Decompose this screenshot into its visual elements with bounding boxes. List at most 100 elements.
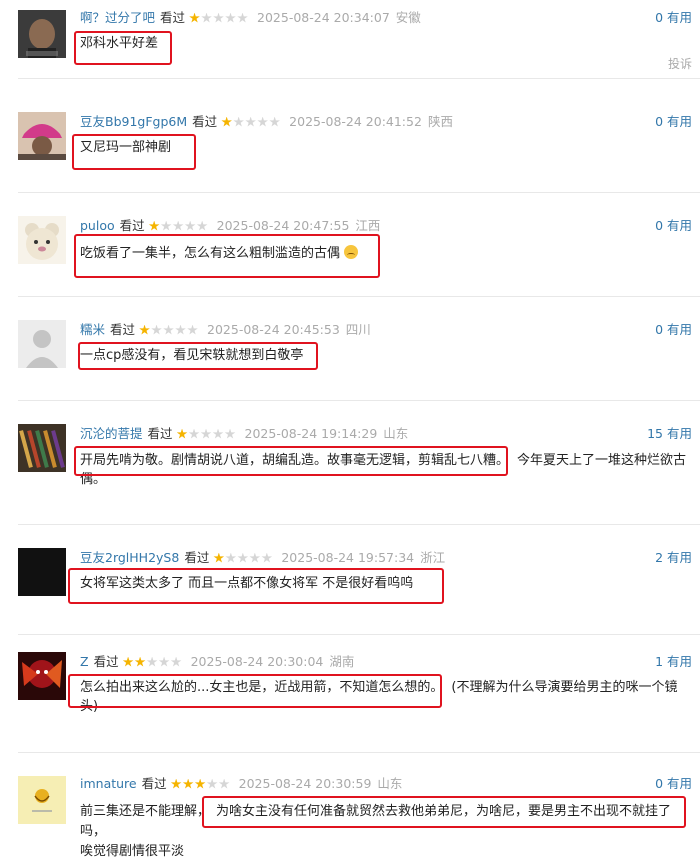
report-link[interactable]: 投诉 bbox=[668, 55, 692, 72]
avatar[interactable] bbox=[18, 216, 66, 264]
username-link[interactable]: 啊？过分了吧 bbox=[80, 8, 155, 28]
comment-continuation: 唉觉得剧情很平淡 bbox=[80, 844, 185, 859]
review-time: 2025-08-24 20:34:07 bbox=[257, 10, 390, 25]
watch-status: 看过 bbox=[119, 218, 145, 233]
star-rating bbox=[170, 778, 231, 790]
review-time: 2025-08-24 20:30:59 bbox=[238, 776, 372, 791]
divider bbox=[18, 78, 700, 79]
review-time: 2025-08-24 20:45:53 bbox=[207, 322, 340, 337]
useful-vote-button[interactable]: 0 有用 bbox=[655, 216, 692, 236]
useful-vote-button[interactable]: 15 有用 bbox=[647, 424, 692, 444]
comment-text: 邓科水平好差 bbox=[80, 34, 692, 53]
username-link[interactable]: Z bbox=[80, 652, 89, 672]
divider bbox=[18, 192, 700, 193]
avatar[interactable] bbox=[18, 776, 66, 824]
review-location: 陕西 bbox=[427, 114, 453, 129]
username-link[interactable]: 沉沦的菩提 bbox=[80, 424, 143, 444]
username-link[interactable]: imnature bbox=[80, 774, 137, 794]
watch-status: 看过 bbox=[147, 426, 173, 441]
comment-text: 一点cp感没有，看见宋轶就想到白敬亭 bbox=[80, 346, 692, 365]
review-location: 四川 bbox=[345, 322, 371, 337]
comment-text: 开局先啃为敬。剧情胡说八道，胡编乱造。故事毫无逻辑，剪辑乱七八糟。 今年夏天上了一… bbox=[80, 451, 692, 489]
avatar[interactable] bbox=[18, 10, 66, 58]
username-link[interactable]: 豆友Bb91gFgp6M bbox=[80, 112, 187, 132]
star-rating bbox=[176, 428, 237, 440]
review-meta: 豆友2rglHH2yS8 看过 2025-08-24 19:57:34 浙江 bbox=[80, 548, 445, 568]
review-location: 浙江 bbox=[420, 550, 446, 565]
avatar-image bbox=[18, 424, 66, 472]
username-link[interactable]: 糯米 bbox=[80, 320, 105, 340]
comment-highlighted: 吃饭看了一集半，怎么有这么粗制滥造的古偶 bbox=[80, 246, 341, 261]
avatar[interactable] bbox=[18, 112, 66, 160]
review-meta: 啊？过分了吧 看过 2025-08-24 20:34:07 安徽 bbox=[80, 8, 421, 28]
useful-vote-button[interactable]: 1 有用 bbox=[655, 652, 692, 672]
review-meta: imnature 看过 2025-08-24 20:30:59 山东 bbox=[80, 774, 402, 794]
watch-status: 看过 bbox=[110, 322, 136, 337]
useful-vote-button[interactable]: 0 有用 bbox=[655, 8, 692, 28]
review-meta: 糯米 看过 2025-08-24 20:45:53 四川 bbox=[80, 320, 371, 340]
avatar-image bbox=[18, 652, 66, 700]
star-rating bbox=[189, 12, 249, 24]
useful-vote-button[interactable]: 0 有用 bbox=[655, 320, 692, 340]
review-item: Z 看过 2025-08-24 20:30:04 湖南 1 有用 怎么拍出来这么… bbox=[0, 650, 700, 760]
avatar[interactable] bbox=[18, 424, 66, 472]
star-rating bbox=[213, 552, 273, 564]
review-time: 2025-08-24 19:57:34 bbox=[281, 550, 415, 565]
review-location: 安徽 bbox=[395, 10, 421, 25]
comment-highlighted: 开局先啃为敬。剧情胡说八道，胡编乱造。故事毫无逻辑，剪辑乱七八糟。 bbox=[80, 453, 510, 468]
username-link[interactable]: puloo bbox=[80, 216, 115, 236]
review-item: 豆友2rglHH2yS8 看过 2025-08-24 19:57:34 浙江 2… bbox=[0, 540, 700, 630]
divider bbox=[18, 400, 700, 401]
review-location: 湖南 bbox=[329, 654, 355, 669]
review-time: 2025-08-24 20:30:04 bbox=[190, 654, 324, 669]
divider bbox=[18, 752, 700, 753]
avatar[interactable] bbox=[18, 548, 66, 596]
comment-highlighted: 又尼玛一部神剧 bbox=[80, 140, 172, 155]
review-item: 糯米 看过 2025-08-24 20:45:53 四川 0 有用 一点cp感没… bbox=[0, 312, 700, 402]
review-item: puloo 看过 2025-08-24 20:47:55 江西 0 有用 吃饭看… bbox=[0, 208, 700, 298]
review-item: 啊？过分了吧 看过 2025-08-24 20:34:07 安徽 0 有用 邓科… bbox=[0, 0, 700, 86]
divider bbox=[18, 296, 700, 297]
watch-status: 看过 bbox=[141, 776, 167, 791]
comment-text: 怎么拍出来这么尬的...女主也是，近战用箭，不知道怎么想的。 (不理解为什么导演要… bbox=[80, 678, 692, 716]
comment-highlighted: 一点cp感没有，看见宋轶就想到白敬亭 bbox=[80, 348, 304, 363]
review-location: 山东 bbox=[383, 426, 409, 441]
avatar-image bbox=[18, 216, 66, 264]
comment-text: 又尼玛一部神剧 bbox=[80, 138, 692, 157]
review-item: imnature 看过 2025-08-24 20:30:59 山东 0 有用 … bbox=[0, 768, 700, 865]
divider bbox=[18, 634, 700, 635]
avatar[interactable] bbox=[18, 320, 66, 368]
star-rating bbox=[221, 116, 281, 128]
review-meta: 豆友Bb91gFgp6M 看过 2025-08-24 20:41:52 陕西 bbox=[80, 112, 453, 132]
avatar-image bbox=[18, 112, 66, 160]
star-rating bbox=[139, 324, 199, 336]
review-location: 山东 bbox=[377, 776, 403, 791]
avatar-image bbox=[18, 776, 66, 824]
watch-status: 看过 bbox=[160, 10, 186, 25]
comment-text: 吃饭看了一集半，怎么有这么粗制滥造的古偶 bbox=[80, 244, 692, 263]
sad-face-emoji-icon bbox=[344, 245, 359, 259]
comment-text: 女将军这类太多了 而且一点都不像女将军 不是很好看呜呜 bbox=[80, 574, 692, 593]
watch-status: 看过 bbox=[93, 654, 119, 669]
useful-vote-button[interactable]: 0 有用 bbox=[655, 774, 692, 794]
watch-status: 看过 bbox=[192, 114, 218, 129]
comment-lead: 前三集还是不能理解， bbox=[80, 804, 211, 819]
comment-text: 前三集还是不能理解， 为啥女主没有任何准备就贸然去救他弟弟尼，为啥尼，要是男主不出… bbox=[80, 802, 692, 862]
review-time: 2025-08-24 20:47:55 bbox=[216, 218, 350, 233]
review-meta: puloo 看过 2025-08-24 20:47:55 江西 bbox=[80, 216, 380, 236]
username-link[interactable]: 豆友2rglHH2yS8 bbox=[80, 548, 179, 568]
review-item: 沉沦的菩提 看过 2025-08-24 19:14:29 山东 15 有用 开局… bbox=[0, 416, 700, 526]
review-item: 豆友Bb91gFgp6M 看过 2025-08-24 20:41:52 陕西 0… bbox=[0, 104, 700, 194]
review-time: 2025-08-24 19:14:29 bbox=[244, 426, 378, 441]
useful-vote-button[interactable]: 2 有用 bbox=[655, 548, 692, 568]
star-rating bbox=[148, 220, 209, 232]
default-avatar-icon bbox=[18, 320, 66, 368]
review-time: 2025-08-24 20:41:52 bbox=[289, 114, 422, 129]
watch-status: 看过 bbox=[184, 550, 210, 565]
review-meta: Z 看过 2025-08-24 20:30:04 湖南 bbox=[80, 652, 354, 672]
avatar[interactable] bbox=[18, 652, 66, 700]
useful-vote-button[interactable]: 0 有用 bbox=[655, 112, 692, 132]
comment-highlighted: 怎么拍出来这么尬的...女主也是，近战用箭，不知道怎么想的。 bbox=[80, 680, 444, 695]
comment-highlighted: 女将军这类太多了 而且一点都不像女将军 不是很好看呜呜 bbox=[80, 576, 414, 591]
comment-highlighted: 邓科水平好差 bbox=[80, 36, 159, 51]
